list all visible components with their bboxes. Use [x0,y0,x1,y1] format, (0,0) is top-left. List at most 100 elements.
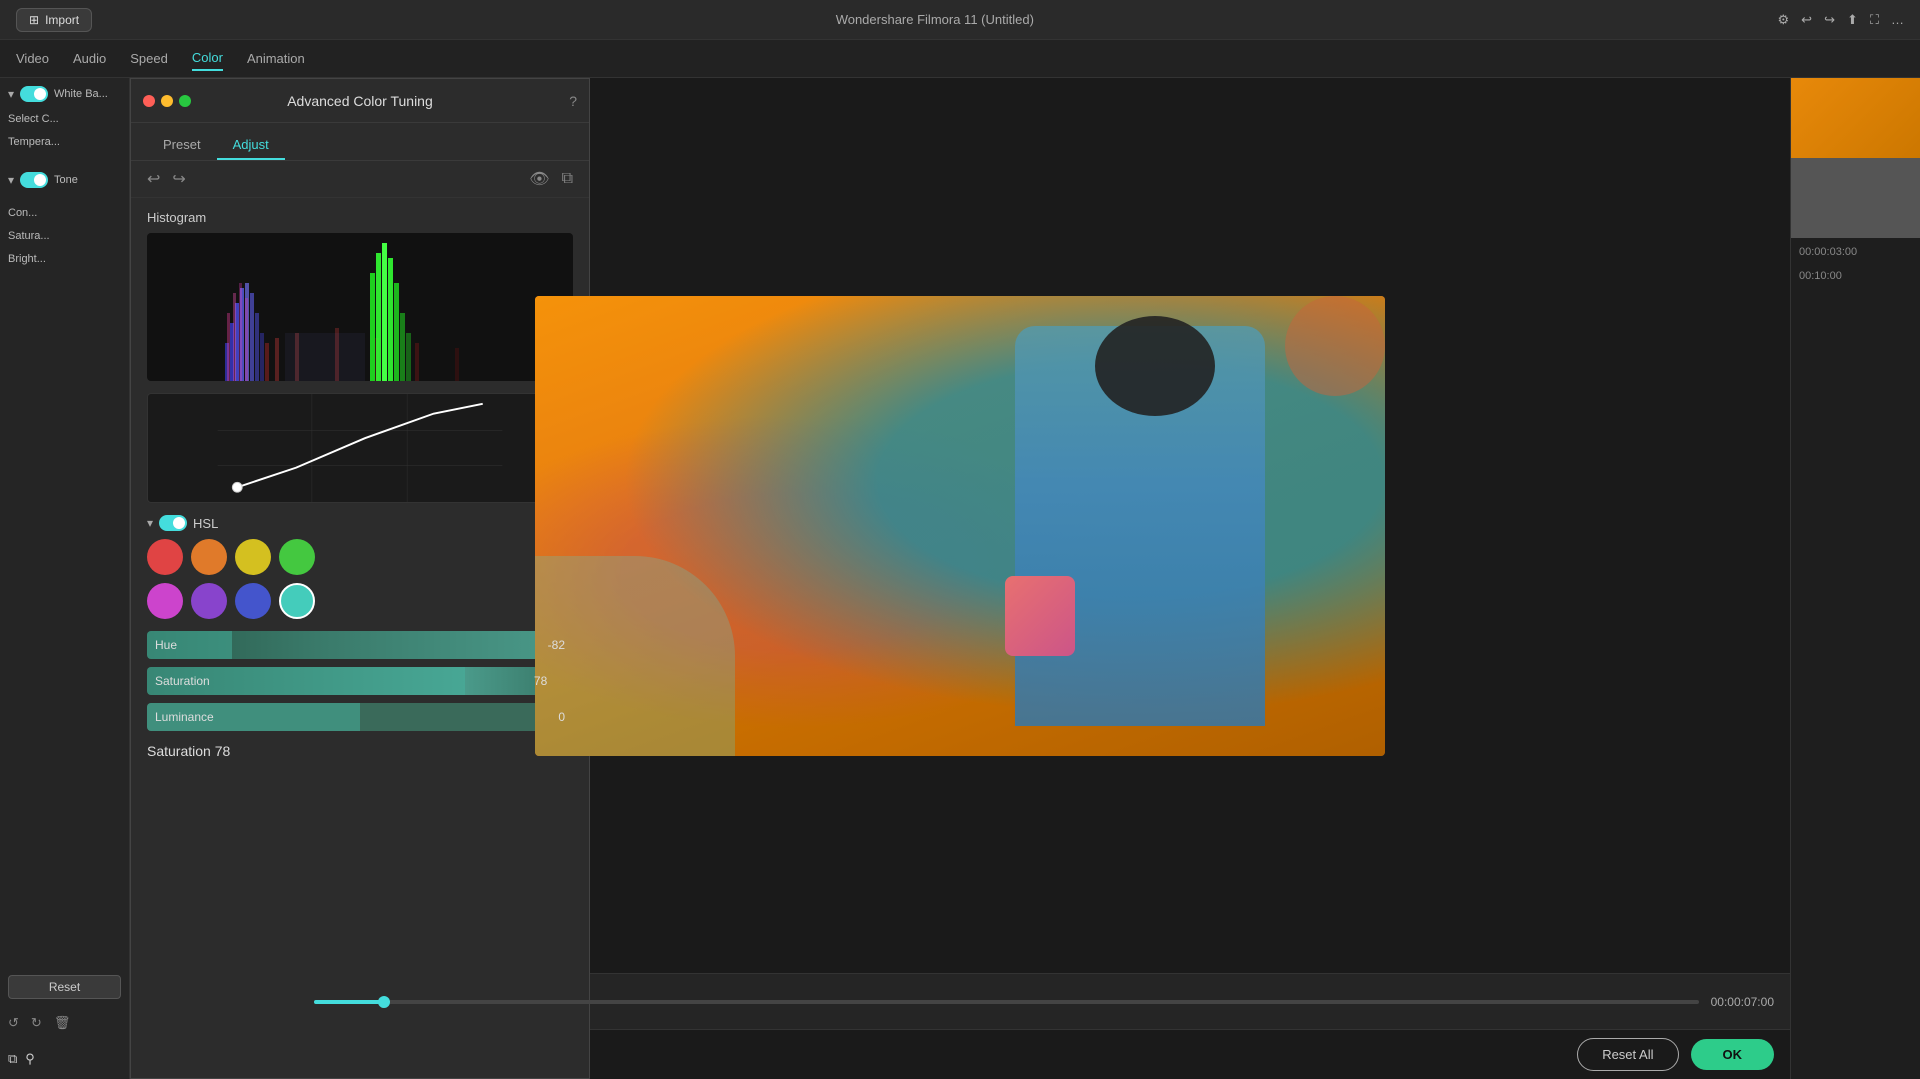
color-blue[interactable] [235,583,271,619]
white-balance-chevron[interactable]: ▾ [8,87,14,101]
video-frame-inner [535,296,1385,756]
tone-label: Tone [54,174,78,186]
saturation-label: Satura... [8,230,50,242]
app-title: Wondershare Filmora 11 (Untitled) [92,12,1777,27]
advanced-color-dialog: Advanced Color Tuning ? Preset Adjust ↩ … [130,78,590,1079]
eye-icon[interactable]: 👁 [529,169,549,189]
select-color-row: Select C... [8,110,121,125]
tab-preset[interactable]: Preset [147,131,217,160]
contrast-row: Con... [8,204,121,219]
luminance-slider-label: Luminance [155,710,535,724]
import-icon: ⊞ [29,13,39,27]
dialog-content: Histogram [131,198,589,1078]
hue-slider-row: Hue -82 [147,631,573,659]
tab-speed[interactable]: Speed [130,47,168,70]
tab-color[interactable]: Color [192,46,223,71]
top-bar-icons: ⚙ ↩ ↪ ⬆ ⛶ … [1778,12,1904,28]
close-button[interactable] [143,95,155,107]
tab-adjust[interactable]: Adjust [217,131,285,160]
redo-icon[interactable]: ↪ [1824,12,1835,28]
brightness-label: Bright... [8,253,46,265]
saturation-row: Satura... [8,227,121,242]
hue-slider[interactable]: Hue -82 [147,631,573,659]
tab-video[interactable]: Video [16,47,49,70]
luminance-slider[interactable]: Luminance 0 [147,703,573,731]
time-indicator: 00:00:03:00 [1791,238,1920,266]
tab-animation[interactable]: Animation [247,47,305,70]
video-frame [535,296,1385,756]
time-indicator2: 00:10:00 [1791,266,1920,286]
undo-icon[interactable]: ↩ [1801,12,1812,28]
maximize-button[interactable] [179,95,191,107]
copy-icon[interactable]: ⧉ [8,1051,17,1067]
saturation-slider-value: 78 [517,674,547,688]
white-balance-toggle[interactable] [20,86,48,102]
top-bar: ⊞ Import Wondershare Filmora 11 (Untitle… [0,0,1920,40]
histogram-svg [147,233,573,381]
minimize-button[interactable] [161,95,173,107]
traffic-lights [143,95,191,107]
import-button[interactable]: ⊞ Import [16,8,92,32]
adjust-toolbar: ↩ ↪ 👁 ⧉ [131,161,589,198]
luminance-slider-row: Luminance 0 [147,703,573,731]
histogram-canvas [147,233,573,381]
bottom-icons: ↺ ↻ 🗑 [8,1007,121,1039]
undo-adjust-icon[interactable]: ↩ [147,169,160,189]
histogram-label: Histogram [147,210,573,225]
temperature-row: Tempera... [8,133,121,148]
export-icon[interactable]: ⬆ [1847,12,1858,28]
nav-tabs: Video Audio Speed Color Animation [0,40,1920,78]
dialog-title: Advanced Color Tuning [287,93,433,109]
color-red[interactable] [147,539,183,575]
timeline-bar[interactable] [314,1000,1698,1004]
settings-icon[interactable]: ⚙ [1778,12,1790,28]
white-balance-label: White Ba... [54,88,108,100]
reset-all-button[interactable]: Reset All [1577,1038,1678,1071]
saturation-display-text: Saturation 78 [147,743,573,759]
right-panel-thumbnail [1791,78,1920,158]
preset-adjust-tabs: Preset Adjust [131,123,589,161]
hsl-chevron[interactable]: ▾ [147,516,153,530]
redo-left-icon[interactable]: ↻ [31,1015,42,1031]
link-icon[interactable]: ⚲ [25,1051,35,1067]
undo-left-icon[interactable]: ↺ [8,1015,19,1031]
select-color-label: Select C... [8,113,59,125]
hsl-label: HSL [193,516,218,531]
dialog-header: Advanced Color Tuning ? [131,79,589,123]
saturation-slider[interactable]: Saturation 78 [147,667,555,695]
redo-adjust-icon[interactable]: ↪ [172,169,185,189]
hsl-toggle[interactable] [159,515,187,531]
delete-icon[interactable]: 🗑 [54,1015,71,1031]
color-magenta[interactable] [147,583,183,619]
color-cyan[interactable] [279,583,315,619]
color-circles [147,539,573,619]
color-orange[interactable] [191,539,227,575]
hue-slider-label: Hue [155,638,535,652]
color-yellow[interactable] [235,539,271,575]
color-green[interactable] [279,539,315,575]
timeline-fill [314,1000,383,1004]
timeline-handle[interactable] [378,996,390,1008]
right-panel-dark [1791,158,1920,238]
contrast-label: Con... [8,207,37,219]
white-balance-row: ▾ White Ba... [8,86,121,102]
more-icon[interactable]: … [1891,12,1904,28]
ok-button[interactable]: OK [1691,1039,1775,1070]
right-panel-timeline: 00:00:03:00 00:10:00 [1791,238,1920,286]
color-purple[interactable] [191,583,227,619]
brightness-row: Bright... [8,250,121,265]
bottom-left-icons2: ⧉ ⚲ [8,1047,121,1071]
tone-row: ▾ Tone [8,172,121,188]
help-icon[interactable]: ? [569,93,577,109]
import-label: Import [45,13,79,27]
tone-chevron[interactable]: ▾ [8,173,14,187]
tone-toggle[interactable] [20,172,48,188]
temperature-label: Tempera... [8,136,60,148]
curve-svg [148,394,572,502]
hue-slider-value: -82 [535,638,565,652]
left-panel: ▾ White Ba... Select C... Tempera... ▾ T… [0,78,130,1079]
compare-icon[interactable]: ⧉ [562,170,573,188]
reset-button[interactable]: Reset [8,975,121,999]
fullscreen-icon[interactable]: ⛶ [1870,12,1879,28]
tab-audio[interactable]: Audio [73,47,106,70]
